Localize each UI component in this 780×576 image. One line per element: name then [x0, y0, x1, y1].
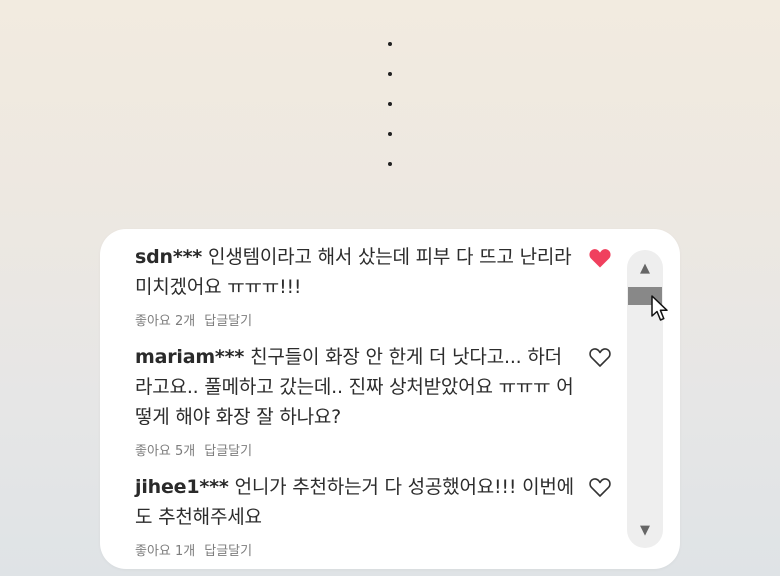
comment-item: mariam*** 친구들이 화장 안 한게 더 낫다고... 하더라고요.. 풀…	[135, 342, 575, 459]
vertical-ellipsis	[387, 42, 393, 192]
comment-item: jihee1*** 언니가 추천하는거 다 성공했어요!!! 이번에도 추천해주세…	[135, 472, 575, 559]
comment-meta: 좋아요 2개 답글달기	[135, 310, 575, 329]
comment-item: sdn*** 인생템이라고 해서 샀는데 피부 다 뜨고 난리라 미치겠어요 ㅠㅠ…	[135, 242, 575, 329]
comment-body: sdn*** 인생템이라고 해서 샀는데 피부 다 뜨고 난리라 미치겠어요 ㅠㅠ…	[135, 242, 575, 302]
like-count: 좋아요 2개	[135, 314, 196, 329]
comments-panel: sdn*** 인생템이라고 해서 샀는데 피부 다 뜨고 난리라 미치겠어요 ㅠㅠ…	[100, 229, 680, 569]
dot	[388, 72, 392, 76]
dot	[388, 132, 392, 136]
reply-link[interactable]: 답글달기	[204, 314, 252, 329]
dot	[388, 102, 392, 106]
heart-outline-icon[interactable]	[588, 346, 612, 368]
dot	[388, 162, 392, 166]
scroll-up-icon[interactable]: ▲	[627, 261, 663, 277]
like-count: 좋아요 1개	[135, 544, 196, 559]
like-count: 좋아요 5개	[135, 444, 196, 459]
heart-outline-icon[interactable]	[588, 476, 612, 498]
heart-filled-icon[interactable]	[588, 247, 612, 269]
reply-link[interactable]: 답글달기	[204, 444, 252, 459]
comment-meta: 좋아요 5개 답글달기	[135, 440, 575, 459]
comment-body: mariam*** 친구들이 화장 안 한게 더 낫다고... 하더라고요.. 풀…	[135, 342, 575, 432]
comment-username[interactable]: sdn***	[135, 246, 202, 268]
scroll-down-icon[interactable]: ▼	[627, 523, 663, 539]
comment-body: jihee1*** 언니가 추천하는거 다 성공했어요!!! 이번에도 추천해주세…	[135, 472, 575, 532]
comment-username[interactable]: mariam***	[135, 346, 244, 368]
comment-username[interactable]: jihee1***	[135, 476, 229, 498]
dot	[388, 42, 392, 46]
mouse-pointer-icon	[651, 295, 668, 321]
reply-link[interactable]: 답글달기	[204, 544, 252, 559]
comment-meta: 좋아요 1개 답글달기	[135, 540, 575, 559]
